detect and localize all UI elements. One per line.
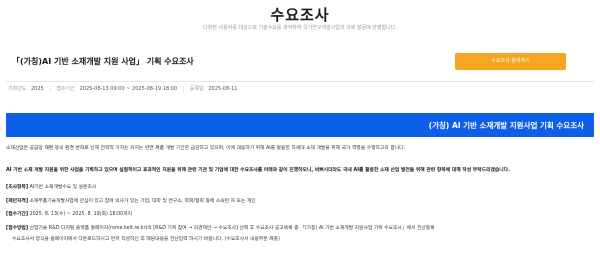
list-item: [조사항목] AI기반 소재개발수요 및 설문조사 (6, 185, 97, 191)
registration-date-value: 2025-08-11 (208, 85, 238, 92)
list-item: [접수방법] 산업기술 R&D 디지털 플랫폼 홈페이지(rome.keit.r… (6, 226, 435, 232)
banner-title: (가칭) AI 기반 소재개발 지원사업 기획 수요조사 (428, 121, 584, 130)
list-item: [접수기간] 2025. 8. 13(수) ~ 2025. 8. 19(화) 1… (6, 212, 133, 218)
survey-info-bar: 기획년도 2025 | 접수기간 2025-08-13 09:00 ~ 2025… (8, 85, 241, 95)
page-title: 수요조사 (270, 6, 330, 24)
plan-year-label: 기획년도 (8, 86, 27, 92)
survey-banner: (가칭) AI 기반 소재개발 지원사업 기획 수요조사 (6, 113, 594, 137)
purpose-paragraph: AI 기반 소재 개발 지원을 위한 사업을 기획하고 있으며 실질적이고 효과… (6, 168, 510, 173)
item-tag: [제안자격] (6, 199, 29, 204)
item-text: 2025. 8. 13(수) ~ 2025. 8. 19(화) 18:00까지 (28, 212, 133, 217)
item-text: 소재부품기술개발사업에 관심이 있고 참여 의사가 있는 기업, 대학 및 연구… (28, 199, 256, 204)
note-text: 수요조사서 양식을 홈페이지에서 다운로드하시고 먼저 작성하신 후 해당내용을… (12, 237, 280, 242)
separator: | (49, 85, 52, 92)
plan-year-value: 2025 (31, 85, 44, 92)
survey-title: 「(가칭)AI 기반 소재개발 지원 사업」 기획 수요조사 (12, 57, 194, 66)
item-text: AI기반 소재개발수요 및 설문조사 (28, 185, 97, 190)
item-tag: [조사항목] (6, 185, 29, 190)
survey-title-card: 「(가칭)AI 기반 소재개발 지원 사업」 기획 수요조사 (6, 47, 441, 75)
page-subtitle: 다양한 사용자를 대상으로 기술수요를 파악하여 국가연구개발사업의 과제 발굴… (203, 25, 397, 31)
apply-survey-button[interactable]: 수요조사 참여하기 (455, 53, 566, 70)
separator: | (182, 85, 185, 92)
reception-period-label: 접수기간 (56, 86, 76, 92)
item-tag: [접수기간] (6, 212, 29, 217)
divider (6, 81, 594, 82)
list-item: [제안자격] 소재부품기술개발사업에 관심이 있고 참여 의사가 있는 기업, … (6, 199, 256, 205)
reception-period-value: 2025-08-13 09:00 ~ 2025-08-19 18:00 (79, 85, 178, 92)
intro-paragraph: 소재산업은 공급망 재편 등의 환경 변화로 인해 전략적 가치는 커지는 반면… (6, 146, 406, 151)
item-text: 산업기술 R&D 디지털 플랫폼 홈페이지(rome.keit.re.kr)의 … (28, 226, 435, 231)
item-tag: [접수방법] (6, 226, 29, 231)
registration-date-label: 등록일 (189, 86, 204, 92)
